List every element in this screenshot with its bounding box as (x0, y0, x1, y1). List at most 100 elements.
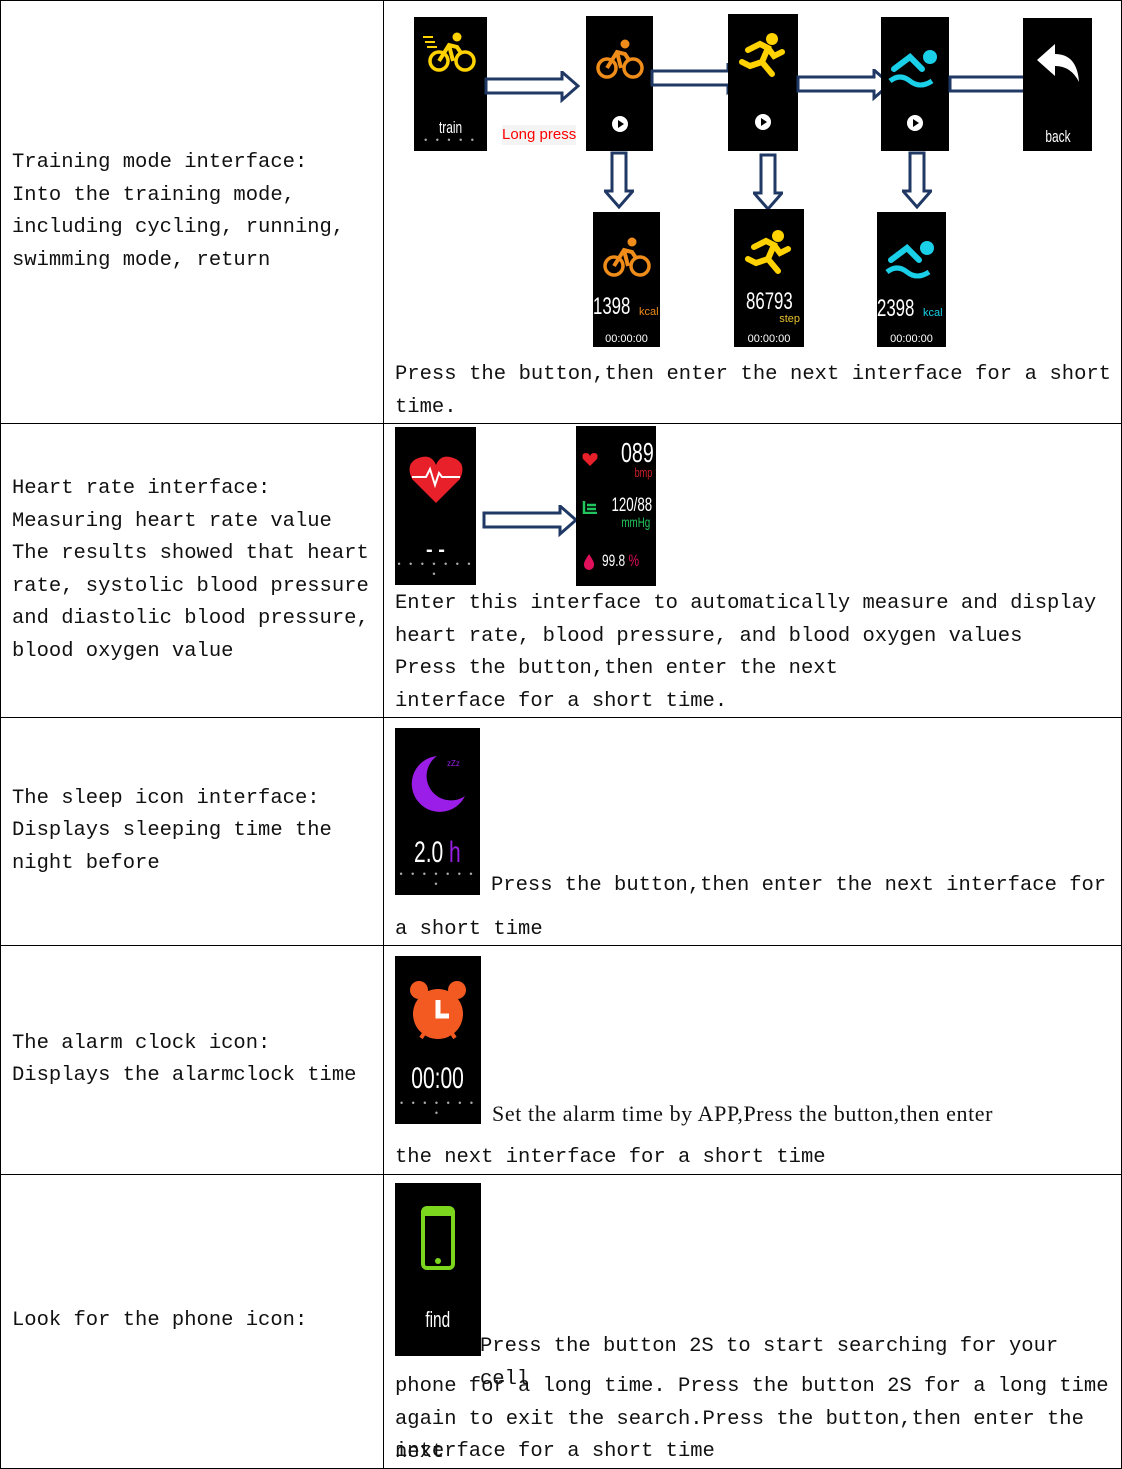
text-line: Press the button,then enter the next int… (491, 874, 1107, 897)
text-line: interface for a short time (395, 1440, 715, 1463)
running-screen (728, 14, 798, 151)
sleep-duration: 2.0 h (395, 835, 480, 869)
heart-rate-illustration: - - • • • • • • • • 089 bmp 120/88 mmHg … (383, 423, 1122, 718)
back-arrow-icon (1036, 44, 1079, 82)
page-dots: • • • • • • • • (399, 1098, 477, 1118)
row-find-phone: Look for the phone icon: find Press the … (0, 1174, 1122, 1469)
bike-icon (422, 30, 476, 72)
page-dots: • • • • • • • • (399, 869, 476, 889)
text-line: the next interface for a short time (395, 1146, 826, 1169)
play-icon (612, 116, 628, 132)
cycling-result-screen: 1398 kcal 00:00:00 (593, 212, 660, 347)
cycling-icon (602, 235, 651, 277)
text-line: Into the training mode, (12, 183, 295, 207)
text-line: Enter this interface to automatically me… (395, 592, 1097, 615)
swimming-result-screen: 2398 kcal 00:00:00 (877, 212, 946, 347)
blood-oxygen-unit: % (628, 551, 640, 570)
training-note: Press the button,then enter the next int… (395, 363, 1111, 419)
manual-table: Training mode interface: Into the traini… (0, 0, 1122, 1469)
health-result-screen: 089 bmp 120/88 mmHg 99.8 % (576, 426, 656, 586)
page-dots: • • • • • (424, 135, 477, 145)
training-description: Training mode interface: Into the traini… (0, 0, 384, 424)
text-line: and diastolic blood pressure, (12, 607, 369, 630)
arrow-right-icon (482, 505, 578, 536)
find-phone-description: Look for the phone icon: (0, 1174, 384, 1469)
arrow-right-icon (796, 69, 892, 100)
timer: 00:00:00 (605, 333, 648, 345)
text-line: Displays the alarmclock time (12, 1064, 357, 1087)
blood-pressure-value: 120/88 (611, 495, 652, 516)
heart-rate-screen: - - • • • • • • • • (395, 427, 476, 585)
arrow-right-icon (484, 71, 580, 102)
long-press-label: Long press (502, 125, 577, 145)
text-line: The alarm clock icon: (12, 1031, 271, 1055)
running-result-screen: 86793 step 00:00:00 (734, 209, 804, 347)
alarm-screen: 00:00 • • • • • • • • (395, 956, 481, 1124)
arrow-down-icon (604, 151, 634, 209)
timer: 00:00:00 (747, 333, 791, 345)
text-line: a short time (395, 918, 543, 941)
heart-icon (582, 453, 598, 466)
text-line: Displays sleeping time the (12, 819, 332, 843)
sleep-screen: zZz 2.0 h • • • • • • • • (395, 728, 480, 895)
arrow-down-icon (902, 151, 932, 209)
page-dots: • • • • • • • • (397, 559, 474, 579)
phone-icon (421, 1206, 455, 1270)
running-icon (744, 229, 794, 277)
alarm-illustration: 00:00 • • • • • • • • Set the alarm time… (383, 945, 1122, 1175)
text-line: blood oxygen value (12, 639, 234, 663)
training-illustration: train • • • • • Long press back 1398 kca… (383, 0, 1122, 424)
alarm-clock-icon (410, 981, 466, 1040)
heart-rate-note: Enter this interface to automatically me… (395, 588, 1111, 718)
arrow-down-icon (753, 153, 783, 211)
text-line: Look for the phone icon: (12, 1309, 308, 1333)
text-line: heart rate, blood pressure, and blood ox… (395, 624, 1023, 648)
text-line: swimming mode, return (12, 248, 271, 272)
play-icon (907, 115, 923, 131)
timer: 00:00:00 (890, 333, 933, 345)
text-line: interface for a short time. (395, 689, 728, 713)
heart-rate-description: Heart rate interface: Measuring heart ra… (0, 423, 384, 718)
swimming-screen (881, 17, 949, 151)
swimming-icon (888, 47, 942, 89)
cycling-icon (595, 37, 644, 79)
heart-pulse-icon (409, 456, 462, 503)
row-training: Training mode interface: Into the traini… (0, 0, 1122, 424)
heart-rate-unit: bmp (634, 465, 652, 480)
blood-pressure-unit: mmHg (621, 514, 650, 530)
train-screen: train • • • • • (414, 17, 487, 151)
find-label: find (425, 1306, 451, 1332)
alarm-description: The alarm clock icon: Displays the alarm… (0, 945, 384, 1175)
text-line: rate, systolic blood pressure (12, 574, 369, 598)
find-phone-illustration: find Press the button 2S to start search… (383, 1174, 1122, 1469)
row-heart-rate: Heart rate interface: Measuring heart ra… (0, 423, 1122, 718)
blood-drop-icon (583, 554, 595, 570)
back-screen: back (1023, 18, 1092, 151)
text-line: Press the button,then enter the next (395, 657, 838, 680)
blood-oxygen-value: 99.8 (602, 551, 626, 570)
sleep-illustration: zZz 2.0 h • • • • • • • • Press the butt… (383, 717, 1122, 946)
text-line: Training mode interface: (12, 151, 308, 174)
blood-oxygen: 99.8 % (602, 552, 655, 570)
sleep-unit: h (449, 835, 461, 869)
moon-icon: zZz (411, 756, 465, 812)
alarm-time: 00:00 (411, 1061, 465, 1095)
calories-unit: kcal (923, 307, 943, 319)
running-icon (738, 32, 788, 80)
row-sleep: The sleep icon interface: Displays sleep… (0, 717, 1122, 946)
sleep-description: The sleep icon interface: Displays sleep… (0, 717, 384, 946)
heart-rate-value: 089 (621, 437, 654, 468)
text-line: Measuring heart rate value (12, 509, 332, 533)
text-line: The results showed that heart (12, 542, 369, 565)
sleep-value: 2.0 (414, 835, 444, 869)
cycling-screen (586, 16, 653, 151)
steps-unit: step (779, 313, 800, 325)
steps-value: 86793 (745, 288, 793, 315)
text-line: Heart rate interface: (12, 477, 271, 500)
text-line: The sleep icon interface: (12, 786, 320, 810)
back-label: back (1044, 126, 1071, 146)
text-line: Set the alarm time by APP,Press the butt… (492, 1101, 994, 1126)
text-line: night before (12, 851, 160, 875)
row-alarm: The alarm clock icon: Displays the alarm… (0, 945, 1122, 1175)
swimming-icon (885, 238, 939, 280)
